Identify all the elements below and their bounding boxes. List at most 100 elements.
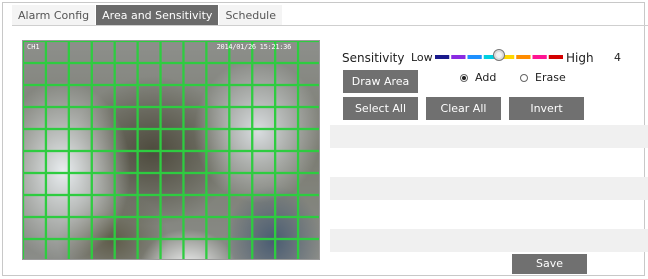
grid-cell[interactable]: [206, 84, 230, 108]
grid-cell[interactable]: [45, 106, 69, 130]
grid-cell[interactable]: [206, 62, 230, 86]
tab-alarm-config[interactable]: Alarm Config: [12, 5, 96, 26]
grid-cell[interactable]: [252, 194, 276, 218]
tab-schedule[interactable]: Schedule: [219, 5, 282, 26]
grid-cell[interactable]: [252, 216, 276, 240]
grid-cell[interactable]: [183, 172, 207, 196]
radio-erase-dot[interactable]: [520, 73, 528, 82]
grid-cell[interactable]: [114, 172, 138, 196]
grid-cell[interactable]: [183, 128, 207, 152]
grid-cell[interactable]: [137, 194, 161, 218]
grid-cell[interactable]: [160, 62, 184, 86]
clear-all-button[interactable]: Clear All: [426, 97, 501, 120]
invert-button[interactable]: Invert: [509, 97, 584, 120]
draw-area-button[interactable]: Draw Area: [343, 70, 418, 93]
grid-cell[interactable]: [160, 150, 184, 174]
grid-cell[interactable]: [183, 238, 207, 261]
grid-cell[interactable]: [229, 84, 253, 108]
grid-cell[interactable]: [23, 62, 47, 86]
grid-cell[interactable]: [114, 150, 138, 174]
grid-cell[interactable]: [297, 172, 320, 196]
grid-cell[interactable]: [297, 194, 320, 218]
grid-cell[interactable]: [274, 62, 299, 86]
grid-cell[interactable]: [68, 106, 92, 130]
grid-cell[interactable]: [160, 41, 184, 64]
grid-cell[interactable]: [23, 216, 47, 240]
grid-cell[interactable]: [229, 216, 253, 240]
grid-cell[interactable]: [206, 106, 230, 130]
grid-cell[interactable]: [137, 238, 161, 261]
grid-cell[interactable]: [68, 84, 92, 108]
grid-cell[interactable]: [252, 84, 276, 108]
grid-cell[interactable]: [23, 194, 47, 218]
grid-cell[interactable]: [23, 172, 47, 196]
grid-cell[interactable]: [252, 106, 276, 130]
grid-cell[interactable]: [45, 238, 69, 261]
motion-grid[interactable]: [23, 41, 320, 260]
grid-cell[interactable]: [274, 106, 299, 130]
grid-cell[interactable]: [68, 150, 92, 174]
grid-cell[interactable]: [68, 238, 92, 261]
grid-cell[interactable]: [297, 238, 320, 261]
sensitivity-segment[interactable]: [516, 55, 531, 59]
grid-cell[interactable]: [23, 150, 47, 174]
grid-cell[interactable]: [206, 194, 230, 218]
grid-cell[interactable]: [160, 216, 184, 240]
grid-cell[interactable]: [137, 84, 161, 108]
grid-cell[interactable]: [274, 194, 299, 218]
grid-cell[interactable]: [114, 106, 138, 130]
grid-cell[interactable]: [45, 128, 69, 152]
tab-area-and-sensitivity[interactable]: Area and Sensitivity: [96, 5, 219, 26]
grid-cell[interactable]: [68, 216, 92, 240]
grid-cell[interactable]: [160, 172, 184, 196]
grid-cell[interactable]: [160, 238, 184, 261]
sensitivity-segment[interactable]: [532, 55, 547, 59]
grid-cell[interactable]: [297, 84, 320, 108]
grid-cell[interactable]: [252, 150, 276, 174]
grid-cell[interactable]: [252, 128, 276, 152]
grid-cell[interactable]: [274, 150, 299, 174]
grid-cell[interactable]: [274, 216, 299, 240]
grid-cell[interactable]: [229, 172, 253, 196]
grid-cell[interactable]: [183, 84, 207, 108]
grid-cell[interactable]: [137, 150, 161, 174]
draw-mode-erase-radio[interactable]: Erase: [520, 71, 566, 84]
grid-cell[interactable]: [297, 150, 320, 174]
grid-cell[interactable]: [45, 216, 69, 240]
grid-cell[interactable]: [68, 172, 92, 196]
save-button[interactable]: Save: [512, 254, 587, 274]
grid-cell[interactable]: [114, 216, 138, 240]
grid-cell[interactable]: [206, 150, 230, 174]
sensitivity-slider-handle[interactable]: [493, 49, 505, 61]
grid-cell[interactable]: [252, 238, 276, 261]
grid-cell[interactable]: [229, 128, 253, 152]
grid-cell[interactable]: [274, 84, 299, 108]
grid-cell[interactable]: [23, 106, 47, 130]
grid-cell[interactable]: [68, 128, 92, 152]
grid-cell[interactable]: [274, 128, 299, 152]
camera-preview[interactable]: CH1 2014/01/26 15:21:36: [22, 40, 320, 260]
grid-cell[interactable]: [45, 62, 69, 86]
grid-cell[interactable]: [91, 194, 115, 218]
grid-cell[interactable]: [297, 41, 320, 64]
grid-cell[interactable]: [206, 216, 230, 240]
grid-cell[interactable]: [91, 128, 115, 152]
grid-cell[interactable]: [45, 150, 69, 174]
grid-cell[interactable]: [183, 150, 207, 174]
grid-cell[interactable]: [183, 62, 207, 86]
sensitivity-segment[interactable]: [548, 55, 563, 59]
grid-cell[interactable]: [91, 150, 115, 174]
grid-cell[interactable]: [45, 194, 69, 218]
grid-cell[interactable]: [114, 238, 138, 261]
grid-cell[interactable]: [252, 62, 276, 86]
grid-cell[interactable]: [274, 238, 299, 261]
grid-cell[interactable]: [91, 62, 115, 86]
grid-cell[interactable]: [229, 238, 253, 261]
grid-cell[interactable]: [68, 62, 92, 86]
grid-cell[interactable]: [160, 106, 184, 130]
grid-cell[interactable]: [229, 150, 253, 174]
grid-cell[interactable]: [297, 128, 320, 152]
grid-cell[interactable]: [183, 106, 207, 130]
grid-cell[interactable]: [23, 238, 47, 261]
grid-cell[interactable]: [274, 172, 299, 196]
